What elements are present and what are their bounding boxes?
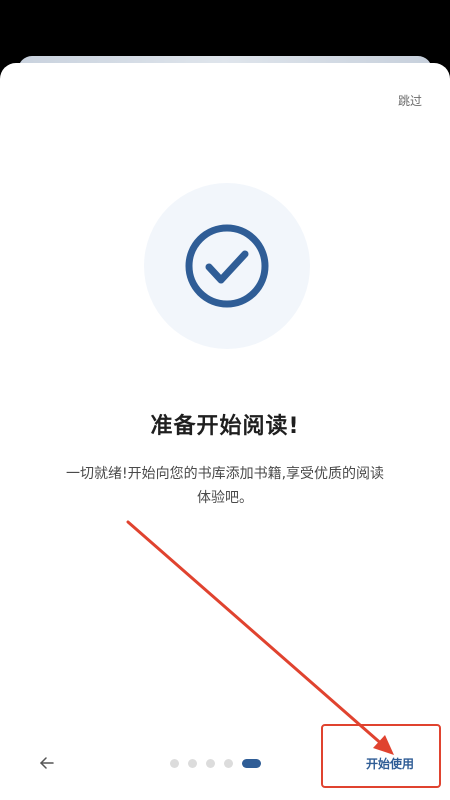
hero-circle	[144, 183, 310, 349]
screen: 跳过 准备开始阅读! 一切就绪!开始向您的书库添加书籍,享受优质的阅读 体验吧。…	[0, 0, 450, 800]
description-line-2: 体验吧。	[197, 490, 253, 506]
page-dot	[206, 758, 215, 768]
description: 一切就绪!开始向您的书库添加书籍,享受优质的阅读 体验吧。	[28, 462, 422, 510]
annotation-highlight-box	[321, 724, 441, 788]
page-indicator	[170, 758, 261, 768]
page-title: 准备开始阅读!	[150, 414, 300, 439]
page-dot-active	[242, 758, 261, 768]
check-circle-icon	[185, 224, 269, 308]
page-dot	[188, 758, 197, 768]
skip-button[interactable]: 跳过	[398, 92, 422, 109]
page-dot	[170, 758, 179, 768]
description-line-1: 一切就绪!开始向您的书库添加书籍,享受优质的阅读	[65, 466, 385, 482]
page-dot	[224, 758, 233, 768]
arrow-left-icon[interactable]	[38, 754, 56, 772]
